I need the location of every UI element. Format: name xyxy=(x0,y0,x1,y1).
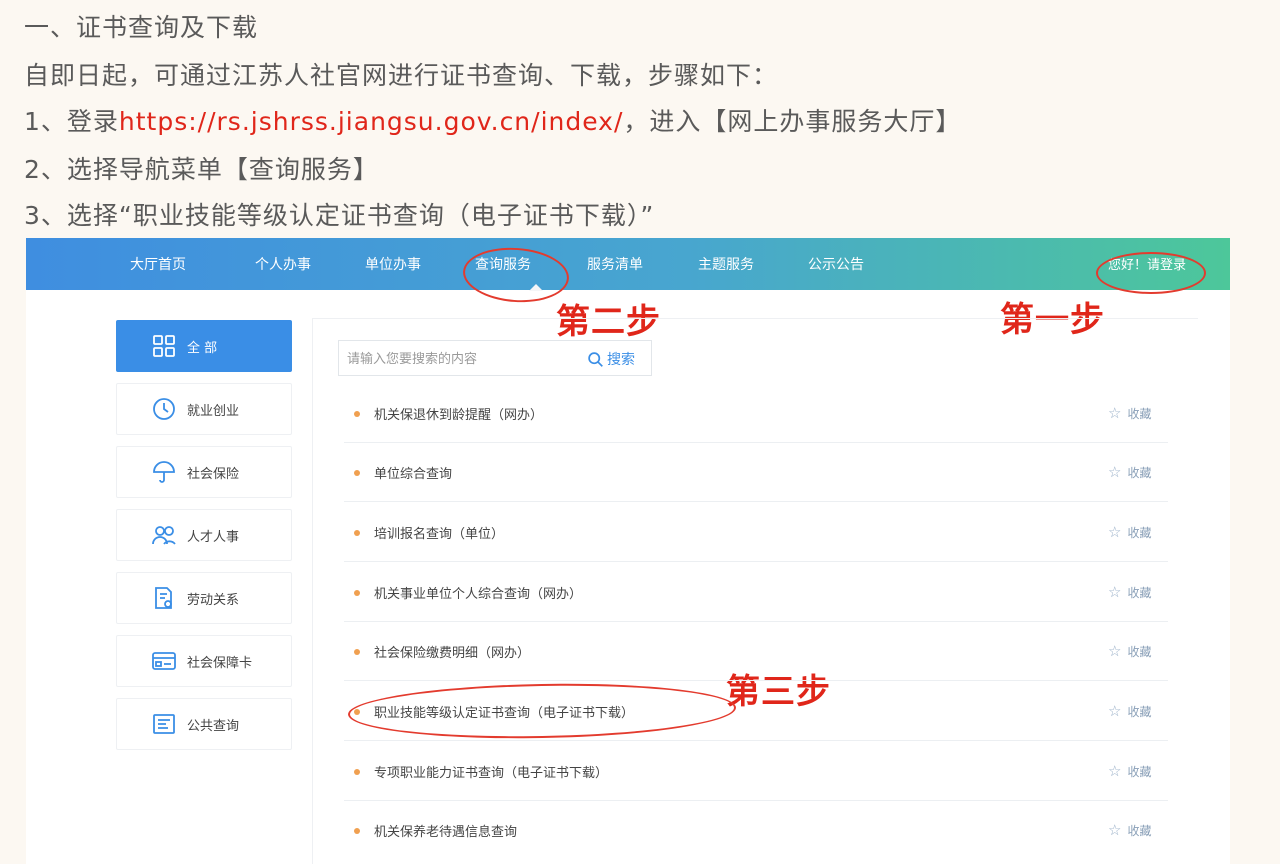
search-button[interactable]: 搜索 xyxy=(587,347,635,371)
form-icon xyxy=(153,714,175,734)
star-icon: ☆ xyxy=(1108,523,1122,541)
list-item[interactable]: 社会保险缴费明细（网办） ☆ 收藏 xyxy=(344,622,1168,681)
favorite-button[interactable]: ☆ 收藏 xyxy=(1108,762,1151,780)
favorite-button[interactable]: ☆ 收藏 xyxy=(1108,702,1151,720)
star-icon: ☆ xyxy=(1108,583,1122,601)
favorite-button[interactable]: ☆ 收藏 xyxy=(1108,583,1151,601)
nav-item-home[interactable]: 大厅首页 xyxy=(130,254,186,274)
bullet-icon xyxy=(354,828,360,834)
annotation-circle-login xyxy=(1096,252,1206,294)
favorite-label: 收藏 xyxy=(1127,704,1152,719)
grid-icon xyxy=(153,335,175,357)
list-item-label: 培训报名查询（单位） xyxy=(374,527,505,542)
search-bar: 搜索 xyxy=(338,340,652,376)
favorite-label: 收藏 xyxy=(1127,644,1152,659)
card-icon xyxy=(152,652,176,670)
article-step3: 3、选择“职业技能等级认定证书查询（电子证书下载）” xyxy=(24,201,655,230)
favorite-label: 收藏 xyxy=(1127,764,1152,779)
favorite-button[interactable]: ☆ 收藏 xyxy=(1108,523,1151,541)
favorite-button[interactable]: ☆ 收藏 xyxy=(1108,404,1151,422)
star-icon: ☆ xyxy=(1108,762,1122,780)
sidebar-item-label: 劳动关系 xyxy=(187,592,240,608)
document-gear-icon xyxy=(155,587,172,609)
list-item-label: 专项职业能力证书查询（电子证书下载） xyxy=(374,766,609,781)
search-button-label: 搜索 xyxy=(607,352,635,368)
favorite-button[interactable]: ☆ 收藏 xyxy=(1108,642,1151,660)
bullet-icon xyxy=(354,649,360,655)
star-icon: ☆ xyxy=(1108,642,1122,660)
nav-item-theme-service[interactable]: 主题服务 xyxy=(698,254,754,274)
favorite-label: 收藏 xyxy=(1127,406,1152,421)
sidebar-item-public-query[interactable]: 公共查询 xyxy=(116,698,292,750)
star-icon: ☆ xyxy=(1108,821,1122,839)
bullet-icon xyxy=(354,411,360,417)
bullet-icon xyxy=(354,769,360,775)
nav-item-unit[interactable]: 单位办事 xyxy=(365,254,421,274)
list-item[interactable]: 机关保退休到龄提醒（网办） ☆ 收藏 xyxy=(344,384,1168,443)
sidebar-item-label: 就业创业 xyxy=(187,403,240,419)
favorite-label: 收藏 xyxy=(1127,585,1152,600)
favorite-label: 收藏 xyxy=(1127,823,1152,838)
article-step1: 1、登录https://rs.jshrss.jiangsu.gov.cn/ind… xyxy=(24,102,961,138)
sidebar-item-all[interactable]: 全 部 xyxy=(116,320,292,372)
bullet-icon xyxy=(354,470,360,476)
step1-url-link[interactable]: https://rs.jshrss.jiangsu.gov.cn/index/ xyxy=(119,107,624,136)
list-item-label: 机关事业单位个人综合查询（网办） xyxy=(374,587,583,602)
list-item-label: 单位综合查询 xyxy=(374,467,453,482)
embedded-screenshot: 大厅首页 个人办事 单位办事 查询服务 服务清单 主题服务 公示公告 您好！请登… xyxy=(26,238,1230,864)
step1-suffix: ，进入【网上办事服务大厅】 xyxy=(623,107,962,136)
sidebar-item-social-insurance[interactable]: 社会保险 xyxy=(116,446,292,498)
sidebar-item-label: 全 部 xyxy=(187,340,218,356)
favorite-label: 收藏 xyxy=(1127,465,1152,480)
sidebar-item-label: 社会保险 xyxy=(187,466,240,482)
favorite-button[interactable]: ☆ 收藏 xyxy=(1108,463,1151,481)
sidebar-item-talent[interactable]: 人才人事 xyxy=(116,509,292,561)
search-icon xyxy=(588,351,603,367)
article-step2: 2、选择导航菜单【查询服务】 xyxy=(24,155,379,184)
top-navbar: 大厅首页 个人办事 单位办事 查询服务 服务清单 主题服务 公示公告 您好！请登… xyxy=(26,238,1230,291)
nav-item-service-list[interactable]: 服务清单 xyxy=(587,254,643,274)
list-item[interactable]: 专项职业能力证书查询（电子证书下载） ☆ 收藏 xyxy=(344,742,1168,801)
article-heading: 一、证书查询及下载 xyxy=(24,13,259,42)
sidebar-item-label: 公共查询 xyxy=(187,718,240,734)
sidebar-item-social-card[interactable]: 社会保障卡 xyxy=(116,635,292,687)
sidebar-item-label: 社会保障卡 xyxy=(187,655,253,671)
clock-icon xyxy=(153,398,175,420)
sidebar-item-employment[interactable]: 就业创业 xyxy=(116,383,292,435)
star-icon: ☆ xyxy=(1108,463,1122,481)
list-item-label: 社会保险缴费明细（网办） xyxy=(374,646,531,661)
search-input[interactable] xyxy=(347,349,577,369)
people-icon xyxy=(152,526,176,545)
favorite-button[interactable]: ☆ 收藏 xyxy=(1108,821,1151,839)
sidebar-item-label: 人才人事 xyxy=(187,529,240,545)
sidebar-item-labor-relations[interactable]: 劳动关系 xyxy=(116,572,292,624)
bullet-icon xyxy=(354,590,360,596)
nav-item-announcements[interactable]: 公示公告 xyxy=(808,254,864,274)
list-item[interactable]: 单位综合查询 ☆ 收藏 xyxy=(344,443,1168,502)
list-item[interactable]: 机关保养老待遇信息查询 ☆ 收藏 xyxy=(344,801,1168,860)
bullet-icon xyxy=(354,530,360,536)
step1-prefix: 1、登录 xyxy=(24,107,119,136)
star-icon: ☆ xyxy=(1108,404,1122,422)
umbrella-icon xyxy=(153,461,175,483)
list-item-label: 机关保退休到龄提醒（网办） xyxy=(374,408,544,423)
nav-item-personal[interactable]: 个人办事 xyxy=(255,254,311,274)
list-item-label: 机关保养老待遇信息查询 xyxy=(374,825,518,840)
article-intro: 自即日起，可通过江苏人社官网进行证书查询、下载，步骤如下： xyxy=(24,61,779,90)
list-item[interactable]: 机关事业单位个人综合查询（网办） ☆ 收藏 xyxy=(344,563,1168,622)
list-item[interactable]: 培训报名查询（单位） ☆ 收藏 xyxy=(344,503,1168,562)
favorite-label: 收藏 xyxy=(1127,525,1152,540)
star-icon: ☆ xyxy=(1108,702,1122,720)
